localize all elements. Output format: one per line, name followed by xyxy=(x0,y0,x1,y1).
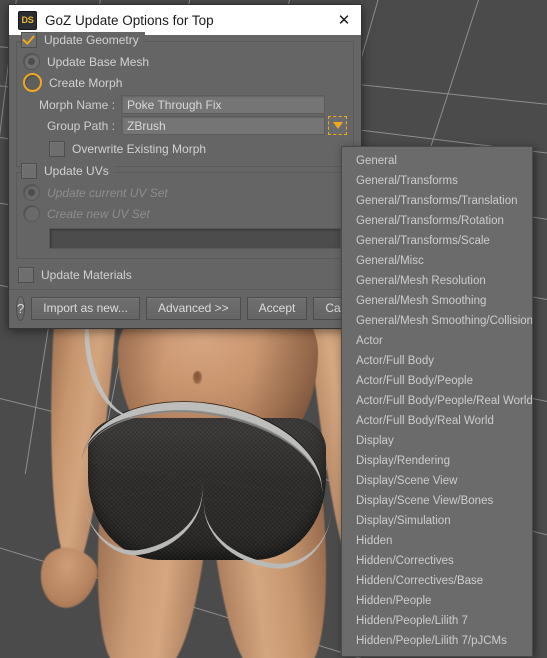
dropdown-item[interactable]: Hidden/People xyxy=(342,591,532,611)
dropdown-item[interactable]: Display/Scene View/Bones xyxy=(342,491,532,511)
dialog-titlebar[interactable]: DS GoZ Update Options for Top ✕ xyxy=(9,5,361,35)
morph-name-input[interactable]: Poke Through Fix xyxy=(121,95,325,114)
overwrite-existing-morph-row[interactable]: Overwrite Existing Morph xyxy=(23,138,347,159)
dropdown-item[interactable]: Display xyxy=(342,431,532,451)
group-path-dropdown-list[interactable]: General General/Transforms General/Transfo… xyxy=(341,146,533,657)
update-base-mesh-row[interactable]: Update Base Mesh xyxy=(23,51,347,72)
dropdown-item[interactable]: General/Mesh Smoothing xyxy=(342,291,532,311)
dropdown-item[interactable]: Display/Rendering xyxy=(342,451,532,471)
update-materials-label: Update Materials xyxy=(41,268,132,282)
group-path-dropdown-button[interactable] xyxy=(328,116,347,135)
dropdown-item[interactable]: Hidden/People/Lilith 7/pJCMs xyxy=(342,631,532,651)
update-uvs-checkbox[interactable] xyxy=(21,163,37,179)
update-geometry-group: Update Geometry Update Base Mesh Create … xyxy=(16,32,354,167)
dropdown-item[interactable]: General/Mesh Smoothing/Collision xyxy=(342,311,532,331)
dropdown-item[interactable]: Display/Simulation xyxy=(342,511,532,531)
dropdown-item[interactable]: General/Transforms xyxy=(342,171,532,191)
update-materials-row[interactable]: Update Materials xyxy=(16,264,354,286)
uv-set-name-input xyxy=(49,228,341,249)
dropdown-item[interactable]: Hidden/People/Lilith 7 xyxy=(342,611,532,631)
dialog-body: Update Geometry Update Base Mesh Create … xyxy=(9,32,361,286)
create-morph-label: Create Morph xyxy=(49,75,123,90)
dropdown-item[interactable]: Actor/Full Body/People/Real World xyxy=(342,391,532,411)
help-button[interactable]: ? xyxy=(16,296,26,321)
import-as-new-button[interactable]: Import as new... xyxy=(31,297,140,320)
dropdown-item[interactable]: General/Misc xyxy=(342,251,532,271)
update-materials-checkbox[interactable] xyxy=(18,267,34,283)
screen: DS GoZ Update Options for Top ✕ Update G… xyxy=(0,0,547,658)
update-current-uv-set-row: Update current UV Set xyxy=(23,182,347,203)
update-uvs-header[interactable]: Update UVs xyxy=(21,163,115,179)
dropdown-item[interactable]: General/Transforms/Scale xyxy=(342,231,532,251)
update-geometry-checkbox[interactable] xyxy=(21,32,37,48)
goz-update-options-dialog: DS GoZ Update Options for Top ✕ Update G… xyxy=(8,4,375,329)
dropdown-item[interactable]: General/Transforms/Rotation xyxy=(342,211,532,231)
figure-navel xyxy=(193,371,202,384)
update-geometry-label: Update Geometry xyxy=(44,33,139,47)
group-path-input[interactable]: ZBrush xyxy=(121,116,325,135)
create-new-uv-set-label: Create new UV Set xyxy=(47,206,150,221)
overwrite-existing-morph-checkbox[interactable] xyxy=(49,140,65,157)
morph-name-label: Morph Name : xyxy=(38,97,115,112)
chevron-down-icon xyxy=(332,122,343,129)
update-current-uv-set-label: Update current UV Set xyxy=(47,185,168,200)
create-new-uv-set-row: Create new UV Set xyxy=(23,203,347,224)
close-icon[interactable]: ✕ xyxy=(329,6,359,34)
ds-app-icon: DS xyxy=(18,10,37,30)
dialog-button-bar: ? Import as new... Advanced >> Accept Ca… xyxy=(9,289,375,328)
advanced-button[interactable]: Advanced >> xyxy=(145,297,241,320)
update-base-mesh-label: Update Base Mesh xyxy=(47,54,150,69)
dropdown-item[interactable]: Actor/Full Body/People xyxy=(342,371,532,391)
dropdown-item[interactable]: Hidden xyxy=(342,531,532,551)
dropdown-item[interactable]: General/Transforms/Translation xyxy=(342,191,532,211)
create-morph-row[interactable]: Create Morph xyxy=(23,72,347,93)
dropdown-item[interactable]: Actor xyxy=(342,331,532,351)
dropdown-item[interactable]: Actor/Full Body/Real World xyxy=(342,411,532,431)
group-path-label: Group Path : xyxy=(46,118,115,133)
create-morph-radio[interactable] xyxy=(23,73,42,92)
dialog-title: GoZ Update Options for Top xyxy=(45,12,214,28)
morph-name-row: Morph Name : Poke Through Fix xyxy=(23,95,347,114)
update-current-uv-set-radio xyxy=(23,184,40,201)
update-base-mesh-radio[interactable] xyxy=(23,53,40,70)
update-uvs-group: Update UVs Update current UV Set Create … xyxy=(16,163,354,259)
create-new-uv-set-radio xyxy=(23,205,40,222)
dropdown-item[interactable]: General xyxy=(342,151,532,171)
update-uvs-label: Update UVs xyxy=(44,164,109,178)
dropdown-item[interactable]: Hidden/Correctives xyxy=(342,551,532,571)
group-path-row: Group Path : ZBrush xyxy=(23,116,347,135)
update-geometry-header[interactable]: Update Geometry xyxy=(21,32,145,48)
overwrite-existing-morph-label: Overwrite Existing Morph xyxy=(72,141,207,156)
dropdown-item[interactable]: Hidden/Correctives/Base xyxy=(342,571,532,591)
dropdown-item[interactable]: General/Mesh Resolution xyxy=(342,271,532,291)
dropdown-item[interactable]: Display/Scene View xyxy=(342,471,532,491)
dropdown-item[interactable]: Actor/Full Body xyxy=(342,351,532,371)
accept-button[interactable]: Accept xyxy=(246,297,308,320)
